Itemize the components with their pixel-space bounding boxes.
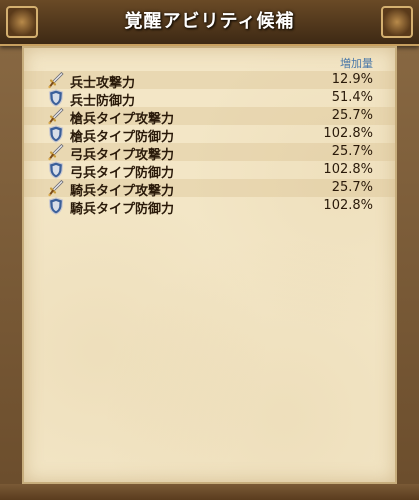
sword-icon: [48, 143, 64, 161]
ability-row: 槍兵タイプ防御力 102.8%: [24, 125, 395, 145]
shield-icon: [48, 161, 64, 179]
ability-list[interactable]: 兵士攻撃力 12.9% 兵士防御力 51.4% 槍兵タイプ攻撃力 25.7% 槍兵タイプ防御…: [24, 71, 395, 217]
ability-row: 弓兵タイプ攻撃力 25.7%: [24, 143, 395, 163]
ability-row: 兵士防御力 51.4%: [24, 89, 395, 109]
sword-icon: [48, 71, 64, 89]
ability-row: 兵士攻撃力 12.9%: [24, 71, 395, 91]
increase-column-header: 増加量: [340, 57, 373, 70]
ability-increase-value: 25.7%: [331, 108, 373, 123]
ability-increase-value: 102.8%: [323, 126, 373, 141]
ability-row: 騎兵タイプ防御力 102.8%: [24, 197, 395, 217]
window-frame: 覚醒アビリティ候補 増加量 兵士攻撃力 12.9% 兵士防御力 51.4% 槍兵タイプ攻…: [0, 0, 419, 500]
ability-increase-value: 25.7%: [331, 180, 373, 195]
sword-icon: [48, 107, 64, 125]
ability-list-panel: 増加量 兵士攻撃力 12.9% 兵士防御力 51.4% 槍兵タイプ攻撃力 25.7% 槍兵タ…: [22, 46, 397, 484]
ability-name: 騎兵タイプ防御力: [70, 202, 175, 217]
ability-increase-value: 51.4%: [331, 90, 373, 105]
ability-row: 槍兵タイプ攻撃力 25.7%: [24, 107, 395, 127]
ability-row: 騎兵タイプ攻撃力 25.7%: [24, 179, 395, 199]
shield-icon: [48, 197, 64, 215]
shield-icon: [48, 89, 64, 107]
frame-bottom-edge: [0, 484, 419, 500]
title-ornament-right: [381, 6, 413, 38]
ability-increase-value: 102.8%: [323, 162, 373, 177]
ability-increase-value: 12.9%: [331, 72, 373, 87]
ability-increase-value: 25.7%: [331, 144, 373, 159]
ability-increase-value: 102.8%: [323, 198, 373, 213]
title-bar: 覚醒アビリティ候補: [0, 0, 419, 46]
window-title: 覚醒アビリティ候補: [124, 11, 295, 32]
shield-icon: [48, 125, 64, 143]
sword-icon: [48, 179, 64, 197]
ability-row: 弓兵タイプ防御力 102.8%: [24, 161, 395, 181]
